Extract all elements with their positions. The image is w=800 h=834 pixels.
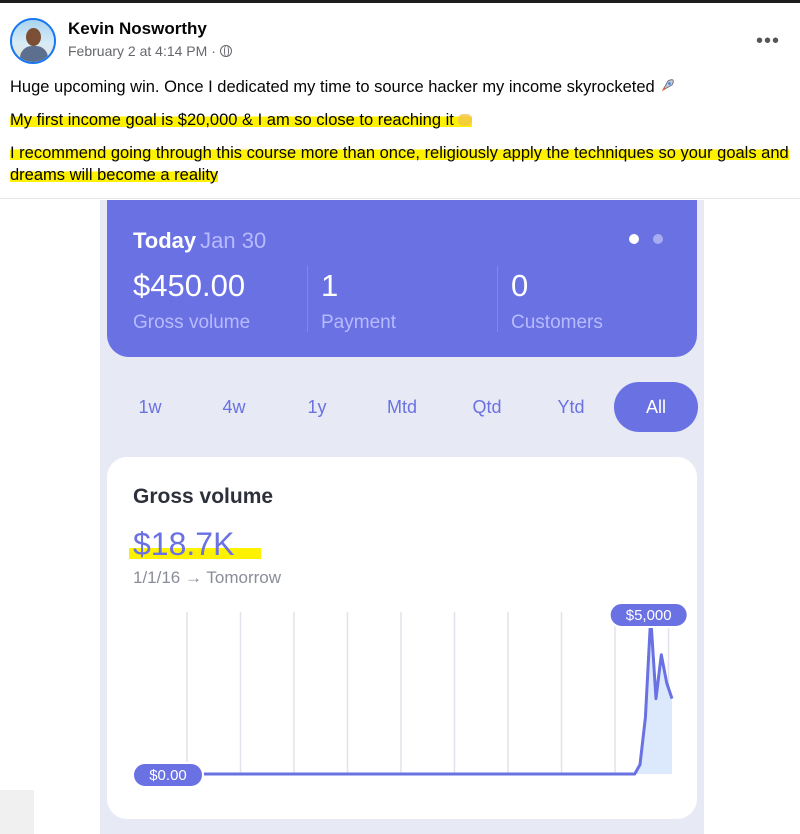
pager-dots <box>629 234 663 244</box>
range-mtd[interactable]: Mtd <box>380 382 424 432</box>
stat-value: 0 <box>511 268 529 303</box>
stat-label: Customers <box>511 312 603 333</box>
stat-customers: 0 Customers <box>511 268 603 334</box>
side-panel-edge <box>0 790 34 834</box>
post-header: Kevin Nosworthy February 2 at 4:14 PM · … <box>10 14 790 70</box>
chart-series-line <box>139 615 674 776</box>
post-body: Huge upcoming win. Once I dedicated my t… <box>10 76 795 197</box>
avatar[interactable] <box>10 18 56 64</box>
pager-dot[interactable] <box>653 234 663 244</box>
range-ytd[interactable]: Ytd <box>554 382 588 432</box>
stat-gross-volume: $450.00 Gross volume <box>133 268 250 334</box>
range-1y[interactable]: 1y <box>304 382 330 432</box>
pager-dot-active[interactable] <box>629 234 639 244</box>
top-border <box>0 0 800 3</box>
post-line-2: My first income goal is $20,000 & I am s… <box>10 109 795 131</box>
range-qtd[interactable]: Qtd <box>468 382 506 432</box>
stat-label: Payment <box>321 312 396 333</box>
more-options-icon[interactable]: ••• <box>756 30 780 53</box>
stat-separator <box>307 266 308 332</box>
range-4w[interactable]: 4w <box>214 382 254 432</box>
crossed-fingers-icon <box>458 114 473 126</box>
gross-volume-card[interactable]: $5,000 $0.00 Gross volume $18.7K 1/1/16 →… <box>107 457 697 819</box>
gross-volume-title: Gross volume <box>133 485 274 508</box>
range-selector: 1w 4w 1y Mtd Qtd Ytd All <box>110 382 700 434</box>
stat-label: Gross volume <box>133 312 251 333</box>
author-name[interactable]: Kevin Nosworthy <box>68 19 207 39</box>
chart-area-fill <box>139 617 672 774</box>
globe-icon <box>219 44 232 57</box>
today-summary-card: Today Jan 30 $450.00 Gross volume 1 Payme… <box>107 200 697 357</box>
gross-volume-chart: $5,000 $0.00 <box>132 602 689 788</box>
stat-payment: 1 Payment <box>321 268 396 334</box>
stat-value: $450.00 <box>133 268 246 303</box>
post-line-3: I recommend going through this course mo… <box>10 144 789 184</box>
svg-text:$0.00: $0.00 <box>149 767 187 784</box>
gross-volume-period: 1/1/16 → Tomorrow <box>133 568 282 587</box>
range-1w[interactable]: 1w <box>132 382 168 432</box>
svg-text:$5,000: $5,000 <box>626 607 672 624</box>
stat-separator <box>497 266 498 332</box>
post-line-1: Huge upcoming win. Once I dedicated my t… <box>10 76 795 98</box>
today-title: Today Jan 30 <box>133 228 267 253</box>
meta-separator: · <box>211 43 216 59</box>
post-meta: February 2 at 4:14 PM · <box>68 43 232 59</box>
post-timestamp[interactable]: February 2 at 4:14 PM <box>68 43 207 59</box>
dashboard-screenshot: Today Jan 30 $450.00 Gross volume 1 Payme… <box>100 200 704 834</box>
min-value-label: $0.00 <box>132 762 204 788</box>
rocket-icon <box>662 79 675 92</box>
today-date: Jan 30 <box>200 228 267 253</box>
range-all[interactable]: All <box>614 382 698 432</box>
stat-value: 1 <box>321 268 339 303</box>
divider <box>0 198 800 199</box>
gross-volume-amount: $18.7K <box>133 526 235 562</box>
max-value-label: $5,000 <box>608 602 689 628</box>
